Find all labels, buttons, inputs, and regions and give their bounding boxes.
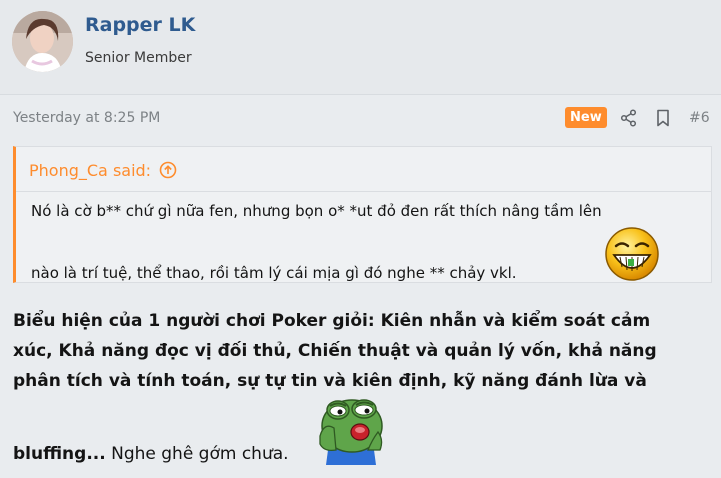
post-number-link[interactable]: #6	[689, 110, 710, 126]
grin-smiley-icon	[602, 225, 662, 283]
post-text-line: xúc, Khả năng đọc vị đối thủ, Chiến thuậ…	[13, 341, 657, 361]
bookmark-icon[interactable]	[653, 108, 673, 128]
quote-text-line: nào là trí tuệ, thể thao, rồi tâm lý cái…	[31, 264, 517, 282]
avatar-image	[12, 11, 73, 72]
post-header: Rapper LK Senior Member	[0, 0, 721, 95]
arrow-up-circle-icon[interactable]	[159, 161, 177, 179]
share-icon[interactable]	[619, 108, 639, 128]
quote-text-line: Nó là cờ b** chứ gì nữa fen, nhưng bọn o…	[31, 202, 602, 220]
quote-header[interactable]: Phong_Ca said:	[29, 155, 177, 185]
post-text-line: Biểu hiện của 1 người chơi Poker giỏi: K…	[13, 311, 651, 331]
post-meta-bar: Yesterday at 8:25 PM New #6	[0, 95, 721, 143]
quote-author[interactable]: Phong_Ca said:	[29, 161, 151, 180]
post-text-line: bluffing... Nghe ghê gớm chưa.	[13, 444, 289, 464]
pepe-frog-sticker	[316, 392, 386, 465]
post-timestamp[interactable]: Yesterday at 8:25 PM	[13, 110, 160, 126]
quote-divider	[16, 191, 712, 192]
user-title: Senior Member	[85, 50, 192, 66]
bluffing-bold-text: bluffing...	[13, 444, 106, 464]
post-closing-text: Nghe ghê gớm chưa.	[105, 444, 289, 464]
new-badge: New	[565, 107, 607, 128]
post-body: Biểu hiện của 1 người chơi Poker giỏi: K…	[13, 306, 713, 396]
quote-block: Phong_Ca said: Nó là cờ b** chứ gì nữa f…	[13, 146, 712, 283]
avatar[interactable]	[12, 11, 73, 72]
username[interactable]: Rapper LK	[85, 14, 195, 36]
